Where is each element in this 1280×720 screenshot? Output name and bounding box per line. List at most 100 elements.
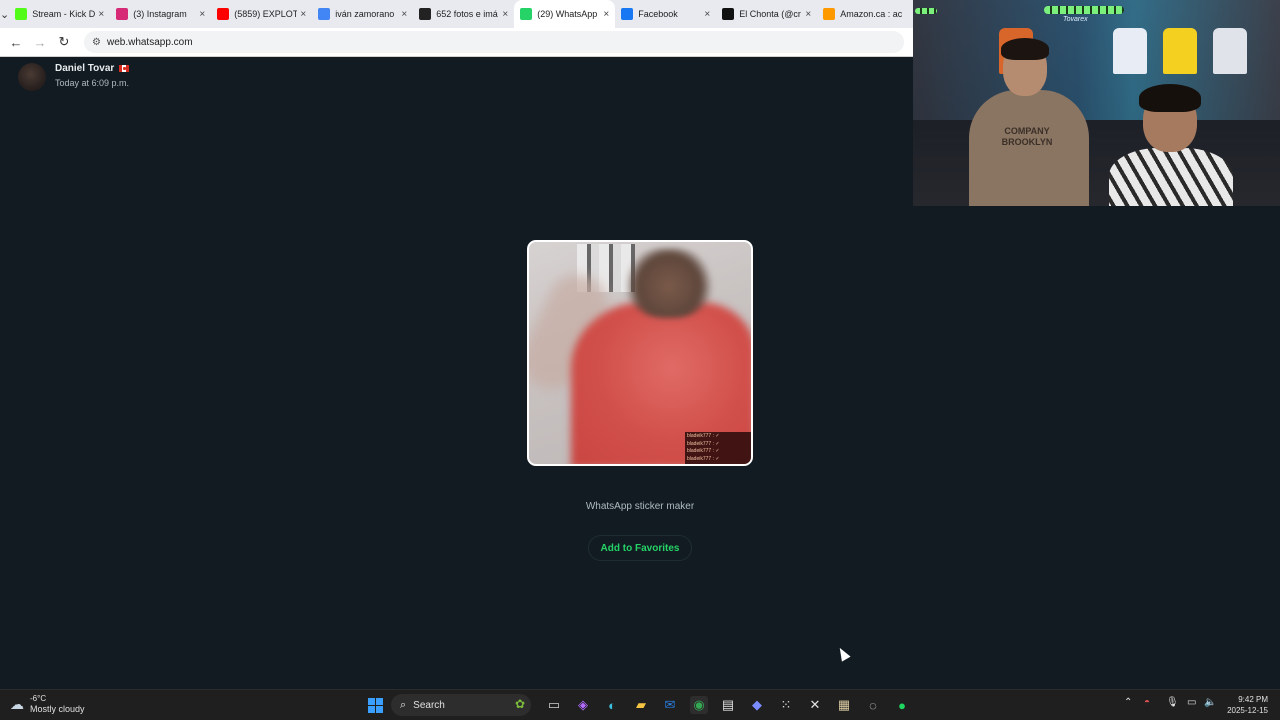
tab-label: Facebook	[638, 9, 678, 19]
sticker-chat-overlay: bladeik777 : ✓ bladeik777 : ✓ bladeik777…	[685, 432, 751, 464]
close-icon[interactable]: ×	[805, 9, 811, 20]
volume-icon[interactable]: 🔈	[1204, 697, 1216, 708]
tab-label: (5859) EXPLOTA	[234, 9, 298, 19]
url-text: web.whatsapp.com	[106, 36, 193, 48]
page-right-area	[913, 206, 1280, 689]
search-icon: ⌕	[400, 698, 407, 711]
weather-widget[interactable]: ☁ -6°C Mostly cloudy	[10, 694, 85, 715]
tab-favicon-icon	[217, 8, 230, 20]
close-icon[interactable]: ×	[401, 9, 407, 20]
led-light	[915, 8, 937, 14]
tab-favicon-icon	[520, 8, 533, 20]
hanging-jersey	[1213, 28, 1247, 74]
sender-name-row: Daniel Tovar	[55, 63, 130, 74]
tab-label: (3) Instagram	[133, 9, 187, 19]
close-icon[interactable]: ×	[502, 9, 508, 20]
store-icon[interactable]: ▤	[719, 696, 737, 714]
shirt-print: COMPANY BROOKLYN	[1001, 126, 1053, 147]
forward-icon[interactable]: →	[28, 35, 52, 50]
search-label: Search	[413, 699, 445, 711]
browser-tab[interactable]: (5859) EXPLOTA ×	[211, 0, 312, 28]
system-clock[interactable]: 9:42 PM 2025-12-15	[1224, 694, 1268, 716]
obs-icon[interactable]: ◌	[864, 696, 882, 714]
close-icon[interactable]: ×	[98, 9, 104, 20]
spotify-icon[interactable]: ●	[893, 696, 911, 714]
tools-icon[interactable]: ✕	[806, 696, 824, 714]
outlook-icon[interactable]: ✉	[661, 696, 679, 714]
browser-tab[interactable]: 652 fotos e imá ×	[413, 0, 514, 28]
browser-tab[interactable]: Amazon.ca : ac	[817, 0, 913, 28]
tab-label: 652 fotos e imá	[436, 9, 498, 19]
browser-tab[interactable]: Facebook ×	[615, 0, 716, 28]
mouse-cursor	[835, 645, 851, 662]
task-view-icon[interactable]: ▭	[545, 696, 563, 714]
canada-flag-icon	[119, 65, 130, 72]
apps-grid-icon[interactable]: ⁙	[777, 696, 795, 714]
close-icon[interactable]: ×	[603, 9, 609, 20]
tab-favicon-icon	[823, 8, 836, 20]
sticker-head	[625, 248, 713, 318]
tab-favicon-icon	[318, 8, 331, 20]
person-torso	[969, 90, 1089, 206]
person-hair	[1139, 84, 1201, 112]
hanging-jersey	[1163, 28, 1197, 74]
person-torso	[1109, 148, 1233, 206]
back-icon[interactable]: ←	[4, 35, 28, 50]
streamer-person: COMPANY BROOKLYN	[969, 38, 1089, 206]
edge-icon[interactable]: ◐	[603, 696, 621, 714]
tab-label: El Chonta (@cr	[739, 9, 801, 19]
browser-tab[interactable]: (29) WhatsApp ×	[514, 0, 616, 28]
sticker-image[interactable]: bladeik777 : ✓ bladeik777 : ✓ bladeik777…	[527, 240, 753, 466]
clock-time: 9:42 PM	[1238, 695, 1268, 704]
microphone-icon[interactable]: 🎙	[1166, 697, 1179, 708]
cloud-icon: ☁	[10, 696, 24, 712]
tab-favicon-icon	[722, 8, 735, 20]
webcam-overlay: Tovarex COMPANY BROOKLYN	[913, 0, 1280, 206]
tray-app-icon[interactable]: ◓	[1144, 697, 1150, 708]
hanging-jersey	[1113, 28, 1147, 74]
browser-tab[interactable]: Stream - Kick D ×	[9, 0, 110, 28]
app-icon[interactable]: ◆	[748, 696, 766, 714]
sticker-chat-line: bladeik777 : ✓	[687, 433, 720, 439]
browser-tab[interactable]: (3) Instagram ×	[110, 0, 211, 28]
browser-toolbar: ← → ↻ ⚙ web.whatsapp.com	[0, 28, 913, 57]
notes-icon[interactable]: ▦	[835, 696, 853, 714]
browser-tab[interactable]: El Chonta (@cr ×	[716, 0, 817, 28]
weather-temp: -6°C	[30, 694, 47, 703]
tab-label: Amazon.ca : ac	[840, 9, 903, 19]
streamer-person	[1103, 82, 1233, 206]
person-hair	[1001, 38, 1049, 60]
tab-favicon-icon	[419, 8, 432, 20]
windows-start-icon[interactable]	[366, 696, 384, 714]
tab-favicon-icon	[621, 8, 634, 20]
add-to-favorites-button[interactable]: Add to Favorites	[588, 535, 692, 561]
message-sender: Daniel Tovar Today at 6:09 p.m.	[18, 63, 130, 91]
sticker-chat-line: bladeik777 : ✓	[687, 440, 720, 447]
close-icon[interactable]: ×	[300, 9, 306, 20]
message-timestamp: Today at 6:09 p.m.	[55, 78, 130, 88]
tab-search-icon[interactable]: ⌄	[0, 0, 9, 28]
tabs-container: Stream - Kick D × (3) Instagram × (5859) EXP…	[9, 0, 913, 28]
chrome-icon[interactable]: ◉	[690, 696, 708, 714]
browser-tab[interactable]: iván zamorano ×	[312, 0, 413, 28]
windows-taskbar: ☁ -6°C Mostly cloudy ⌕ Search ✿ ▭ ◈ ◐ ▰ …	[0, 689, 1280, 720]
site-info-icon[interactable]: ⚙	[92, 37, 101, 48]
tab-favicon-icon	[15, 8, 28, 20]
close-icon[interactable]: ×	[704, 9, 710, 20]
whatsapp-media-viewer: Daniel Tovar Today at 6:09 p.m. bladeik7…	[0, 57, 913, 689]
clock-date: 2025-12-15	[1227, 706, 1268, 715]
address-bar[interactable]: ⚙ web.whatsapp.com	[84, 31, 904, 53]
tab-label: Stream - Kick D	[32, 9, 96, 19]
search-highlight-icon: ✿	[514, 697, 525, 711]
tab-label: (29) WhatsApp	[537, 9, 598, 19]
network-icon[interactable]: ▭	[1187, 697, 1196, 708]
close-icon[interactable]: ×	[199, 9, 205, 20]
reload-icon[interactable]: ↻	[52, 34, 76, 50]
avatar[interactable]	[18, 63, 46, 91]
chevron-up-icon[interactable]: ⌃	[1124, 697, 1132, 708]
file-explorer-icon[interactable]: ▰	[632, 696, 650, 714]
copilot-icon[interactable]: ◈	[574, 696, 592, 714]
sticker-chat-line: bladeik777 : ✓	[687, 455, 720, 462]
led-light	[1044, 6, 1124, 14]
taskbar-search[interactable]: ⌕ Search ✿	[391, 694, 531, 716]
